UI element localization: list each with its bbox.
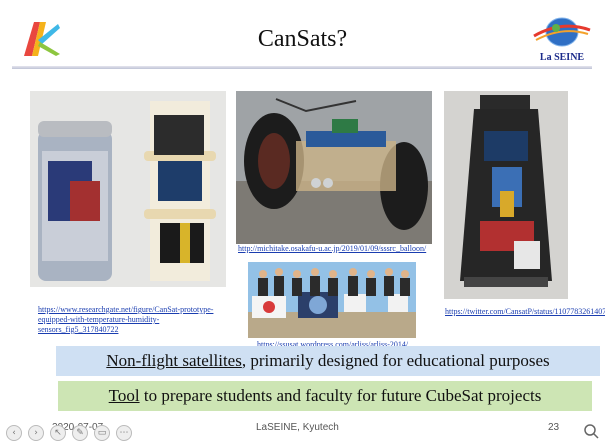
- cylinder-photo-art: [444, 91, 568, 299]
- rover-cansat-photo: [236, 91, 432, 244]
- team-photo: [248, 262, 416, 338]
- caption-left[interactable]: https://www.researchgate.net/figure/CanS…: [38, 305, 228, 335]
- title-divider: [12, 66, 592, 69]
- non-flight-satellites-box: Non-flight satellites, primarily designe…: [56, 346, 600, 376]
- presentation-toolbar: ‹ › ↖ ✎ ▭ ⋯: [0, 425, 166, 441]
- cansat-can-photo: [30, 91, 226, 287]
- rover-photo-art: [236, 91, 432, 244]
- tool-term: Tool: [108, 386, 140, 405]
- non-flight-satellites-text: , primarily designed for educational pur…: [241, 351, 550, 370]
- tool-text: to prepare students and faculty for futu…: [139, 386, 542, 405]
- view-icon[interactable]: ▭: [94, 425, 110, 441]
- caption-middle[interactable]: http://michitake.osakafu-u.ac.jp/2019/01…: [238, 244, 438, 254]
- caption-right[interactable]: https://twitter.com/CansatP/status/11077…: [445, 307, 605, 317]
- laseine-globe-logo-icon: [533, 17, 591, 47]
- pen-icon[interactable]: ✎: [72, 425, 88, 441]
- non-flight-satellites-term: Non-flight satellites: [106, 351, 242, 370]
- cylinder-cansat-photo: [444, 91, 568, 299]
- team-photo-art: [248, 262, 416, 338]
- slide-title: CanSats?: [257, 26, 348, 52]
- footer-center: LaSEINE, Kyutech: [256, 422, 339, 433]
- page-number: 23: [548, 422, 560, 433]
- forward-icon[interactable]: ›: [28, 425, 44, 441]
- pointer-icon[interactable]: ↖: [50, 425, 66, 441]
- tool-box: Tool to prepare students and faculty for…: [58, 381, 592, 411]
- logo-text: La SEINE: [539, 52, 585, 63]
- slide: CanSats? La SEINE https://www.researchga…: [0, 0, 605, 441]
- zoom-icon[interactable]: [583, 423, 599, 439]
- laseine-logo: La SEINE: [528, 12, 596, 68]
- back-icon[interactable]: ‹: [6, 425, 22, 441]
- can-photo-art: [30, 91, 226, 287]
- more-icon[interactable]: ⋯: [116, 425, 132, 441]
